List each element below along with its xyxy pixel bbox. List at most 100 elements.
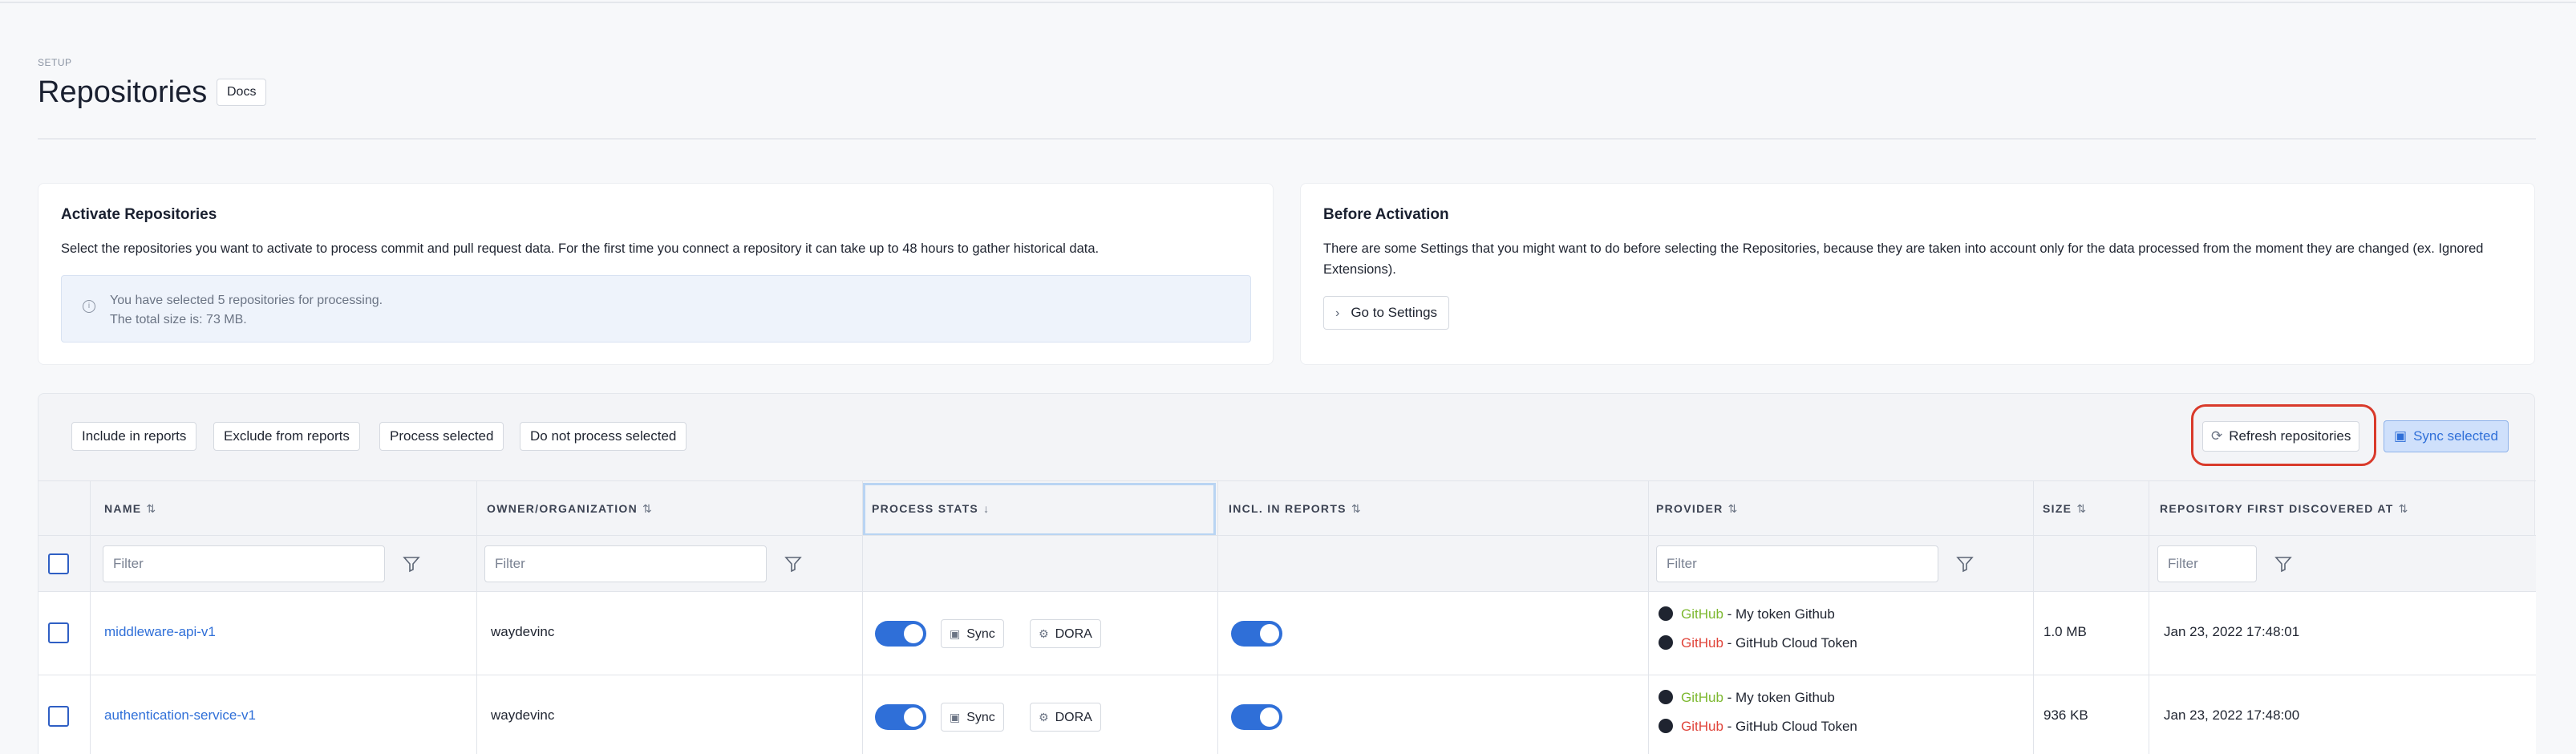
sort-icon: ⇅ (1727, 502, 1738, 515)
provider-token: - My token Github (1723, 690, 1835, 705)
dora-button[interactable]: ⚙ DORA (1030, 703, 1101, 732)
sort-icon: ⇅ (146, 502, 156, 515)
provider-entry: GitHub - My token Github (1659, 690, 1835, 706)
column-incl-label: INCL. IN REPORTS (1229, 502, 1347, 515)
row-checkbox[interactable] (48, 622, 69, 643)
funnel-icon[interactable] (1956, 555, 1974, 573)
repository-link[interactable]: middleware-api-v1 (104, 624, 216, 640)
table-header: NAME ⇅ OWNER/ORGANIZATION ⇅ PROCESS STATS ↓… (38, 480, 2536, 536)
owner-text: waydevinc (491, 624, 555, 639)
process-selected-button[interactable]: Process selected (379, 422, 504, 451)
github-icon (1659, 635, 1673, 650)
column-owner-label: OWNER/ORGANIZATION (487, 502, 638, 515)
dora-label: DORA (1055, 627, 1092, 641)
column-separator (1217, 480, 1218, 754)
sort-desc-icon: ↓ (983, 502, 990, 515)
provider-token: - GitHub Cloud Token (1723, 719, 1857, 734)
include-in-reports-button[interactable]: Include in reports (71, 422, 197, 451)
select-all-checkbox[interactable] (48, 553, 69, 574)
process-toggle[interactable] (875, 704, 926, 730)
discovered-date: Jan 23, 2022 17:48:00 (2164, 707, 2300, 723)
go-to-settings-label: Go to Settings (1351, 305, 1438, 320)
funnel-icon[interactable] (784, 555, 802, 573)
before-activation-card: Before Activation There are some Setting… (1300, 183, 2535, 365)
owner-filter-input[interactable] (484, 545, 767, 582)
exclude-from-reports-button[interactable]: Exclude from reports (213, 422, 360, 451)
provider-filter-input[interactable] (1656, 545, 1938, 582)
column-name-label: NAME (104, 502, 142, 515)
column-first-discovered[interactable]: REPOSITORY FIRST DISCOVERED AT ⇅ (2160, 481, 2408, 536)
refresh-repositories-button[interactable]: ⟳ Refresh repositories (2202, 421, 2360, 452)
column-process-stats-label: PROCESS STATS (872, 502, 979, 515)
dora-button[interactable]: ⚙ DORA (1030, 619, 1101, 648)
include-reports-toggle[interactable] (1231, 621, 1282, 647)
column-incl-in-reports[interactable]: INCL. IN REPORTS ⇅ (1229, 481, 1361, 536)
filter-row (38, 535, 2536, 591)
breadcrumb: SETUP (38, 57, 72, 68)
activate-card-description: Select the repositories you want to acti… (61, 241, 1100, 256)
column-name[interactable]: NAME ⇅ (104, 481, 156, 536)
column-separator (1648, 480, 1649, 754)
selection-info-box: i You have selected 5 repositories for p… (61, 275, 1251, 343)
repository-link[interactable]: authentication-service-v1 (104, 707, 256, 724)
funnel-icon[interactable] (403, 555, 420, 573)
sort-icon: ⇅ (642, 502, 652, 515)
column-process-stats[interactable]: PROCESS STATS ↓ (872, 481, 989, 536)
github-icon (1659, 606, 1673, 621)
table-row: middleware-api-v1 waydevinc ▣ Sync ⚙ DORA … (38, 591, 2536, 675)
dora-label: DORA (1055, 711, 1092, 724)
row-checkbox[interactable] (48, 706, 69, 727)
size-text: 1.0 MB (2043, 624, 2087, 639)
refresh-icon: ⟳ (2211, 428, 2223, 444)
owner-text: waydevinc (491, 707, 555, 723)
column-provider-label: PROVIDER (1656, 502, 1723, 515)
gear-icon: ⚙ (1039, 627, 1049, 640)
github-icon (1659, 719, 1673, 733)
github-icon (1659, 690, 1673, 704)
column-separator (2033, 480, 2034, 754)
sync-button[interactable]: ▣ Sync (941, 703, 1004, 732)
column-size[interactable]: SIZE ⇅ (2043, 481, 2086, 536)
column-size-label: SIZE (2043, 502, 2072, 515)
column-separator (862, 480, 863, 754)
sort-icon: ⇅ (2398, 502, 2408, 515)
funnel-icon[interactable] (2274, 555, 2292, 573)
sync-selected-button[interactable]: ▣ Sync selected (2384, 420, 2509, 452)
column-provider[interactable]: PROVIDER ⇅ (1656, 481, 1737, 536)
provider-entry: GitHub - GitHub Cloud Token (1659, 635, 1857, 651)
sort-icon: ⇅ (2076, 502, 2087, 515)
sort-icon: ⇅ (1351, 502, 1361, 515)
include-reports-toggle[interactable] (1231, 704, 1282, 730)
sync-selected-label: Sync selected (2413, 428, 2498, 444)
go-to-settings-button[interactable]: › Go to Settings (1323, 296, 1450, 330)
activate-repositories-card: Activate Repositories Select the reposit… (38, 183, 1274, 365)
column-owner[interactable]: OWNER/ORGANIZATION ⇅ (487, 481, 652, 536)
before-card-description: There are some Settings that you might w… (1323, 241, 2484, 277)
page-title: Repositories (38, 75, 208, 109)
column-separator (476, 480, 477, 754)
provider-name: GitHub (1681, 690, 1723, 705)
save-icon: ▣ (950, 627, 961, 640)
column-first-discovered-label: REPOSITORY FIRST DISCOVERED AT (2160, 502, 2394, 515)
column-separator (90, 480, 91, 754)
docs-button[interactable]: Docs (217, 79, 267, 106)
repositories-table-card: Include in reports Exclude from reports … (38, 393, 2536, 754)
provider-name: GitHub (1681, 635, 1723, 651)
name-filter-input[interactable] (103, 545, 385, 582)
process-toggle[interactable] (875, 621, 926, 647)
header-divider (38, 138, 2536, 140)
info-icon: i (83, 300, 95, 313)
refresh-repositories-label: Refresh repositories (2229, 428, 2351, 444)
before-card-title: Before Activation (1323, 206, 1449, 223)
top-border (0, 0, 2576, 3)
discovered-filter-input[interactable] (2157, 545, 2257, 582)
do-not-process-selected-button[interactable]: Do not process selected (520, 422, 687, 451)
provider-token: - My token Github (1723, 606, 1835, 622)
discovered-date: Jan 23, 2022 17:48:01 (2164, 624, 2300, 639)
table-row: authentication-service-v1 waydevinc ▣ Syn… (38, 675, 2536, 754)
chevron-right-icon: › (1335, 306, 1340, 320)
sync-label: Sync (966, 627, 995, 641)
sync-button[interactable]: ▣ Sync (941, 619, 1004, 648)
activate-card-title: Activate Repositories (61, 206, 217, 223)
sync-label: Sync (966, 711, 995, 724)
